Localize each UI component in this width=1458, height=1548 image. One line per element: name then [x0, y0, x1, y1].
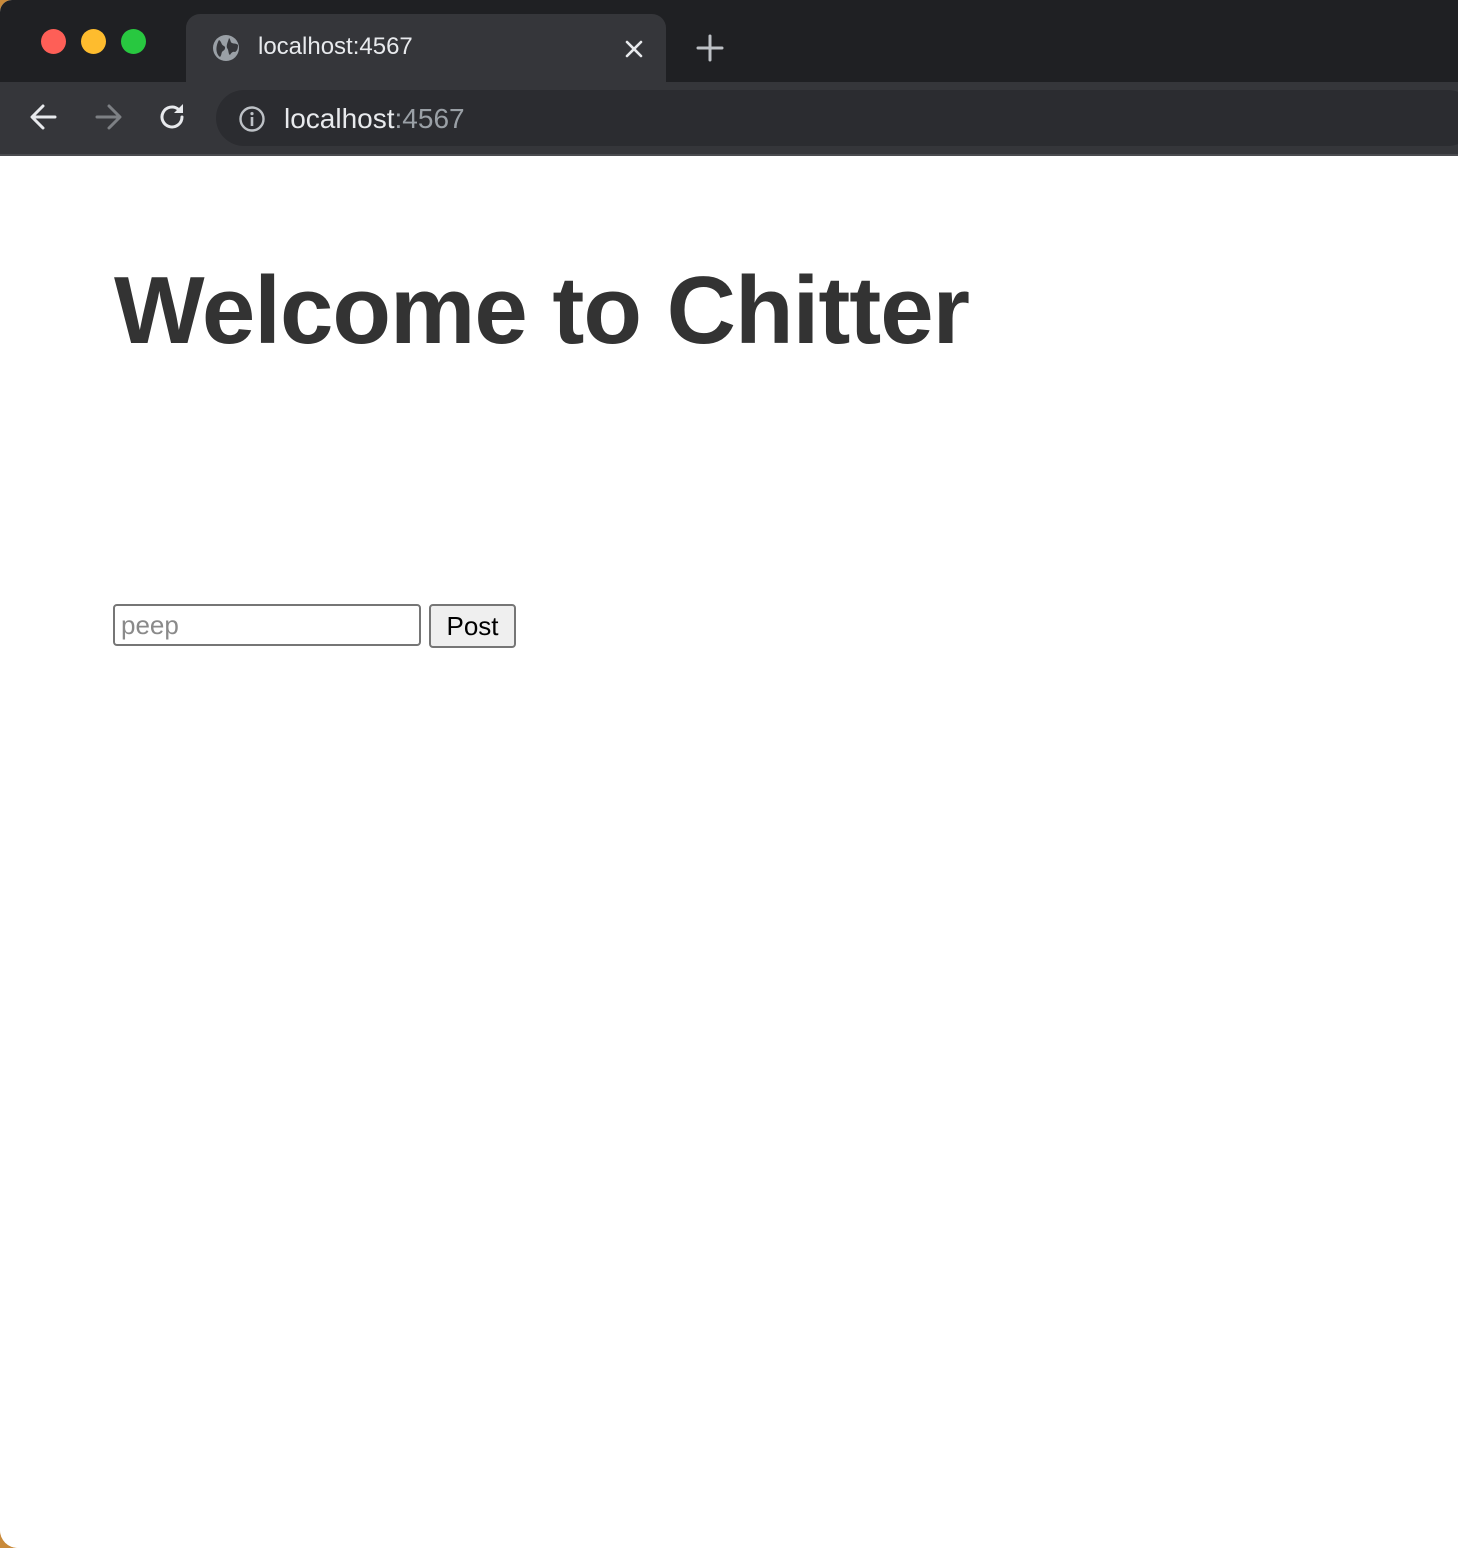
reload-icon[interactable]	[155, 100, 189, 134]
close-icon[interactable]	[621, 36, 647, 62]
address-bar[interactable]: localhost:4567	[216, 90, 1458, 146]
plus-icon[interactable]	[694, 32, 726, 64]
peep-input[interactable]	[113, 604, 421, 646]
tab-strip: localhost:4567	[0, 0, 1458, 82]
info-icon[interactable]	[238, 105, 266, 133]
tab-title: localhost:4567	[258, 33, 413, 60]
arrow-left-icon[interactable]	[27, 100, 61, 134]
browser-toolbar: localhost:4567	[0, 82, 1458, 156]
url-host: localhost	[284, 103, 395, 134]
url-port: :4567	[394, 103, 465, 134]
minimize-window-button[interactable]	[81, 29, 106, 54]
close-window-button[interactable]	[41, 29, 66, 54]
address-url: localhost:4567	[284, 103, 465, 135]
globe-icon	[212, 34, 240, 62]
page-title: Welcome to Chitter	[114, 257, 970, 364]
maximize-window-button[interactable]	[121, 29, 146, 54]
page-content: Welcome to Chitter Post	[0, 156, 1458, 1548]
arrow-right-icon[interactable]	[91, 100, 125, 134]
browser-window: localhost:4567 localhost:4567 Welcome to…	[0, 0, 1458, 1548]
browser-tab[interactable]: localhost:4567	[186, 14, 666, 82]
post-button[interactable]: Post	[429, 604, 516, 648]
